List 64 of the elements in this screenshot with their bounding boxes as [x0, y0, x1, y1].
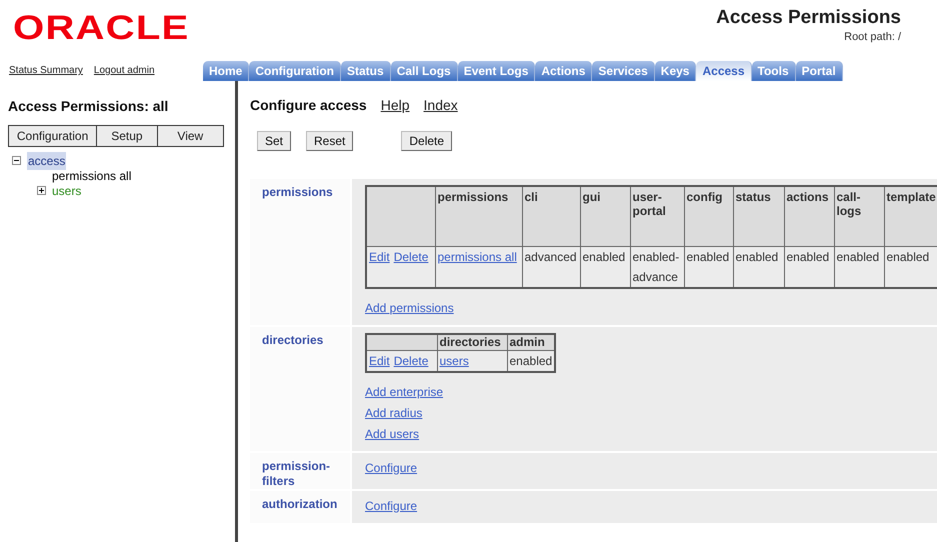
- table-cell: enabled: [580, 246, 630, 288]
- table-cell: enabled-advance: [630, 246, 684, 288]
- column-header: user-portal: [630, 186, 684, 246]
- add-link[interactable]: Configure: [365, 498, 418, 512]
- section-label: directories: [250, 327, 350, 450]
- column-header: permissions: [435, 186, 522, 246]
- action-link[interactable]: Delete: [394, 354, 428, 368]
- column-header: directories: [437, 334, 507, 350]
- table-cell: enabled: [684, 246, 733, 288]
- column-header: config: [684, 186, 733, 246]
- tree-item[interactable]: access: [27, 152, 66, 170]
- expand-icon[interactable]: [37, 186, 46, 195]
- root-path: Root path: /: [844, 30, 901, 44]
- action-button[interactable]: Reset: [306, 131, 354, 151]
- logo: ORACLE: [12, 8, 190, 49]
- view-button[interactable]: Configuration: [9, 126, 96, 146]
- tree-item[interactable]: users: [52, 182, 82, 200]
- action-link[interactable]: Delete: [394, 250, 428, 264]
- action-link[interactable]: Edit: [369, 354, 390, 368]
- link[interactable]: permissions all: [438, 250, 517, 264]
- section-label: permission-filters: [250, 452, 350, 488]
- header-link[interactable]: Status Summary: [9, 63, 83, 78]
- nav-tab[interactable]: Configuration: [249, 61, 341, 81]
- section-label: authorization: [250, 490, 350, 522]
- add-link[interactable]: Add permissions: [365, 301, 454, 315]
- nav-tab[interactable]: Event Logs: [458, 61, 536, 81]
- nav-tab[interactable]: Services: [592, 61, 655, 81]
- nav-tab[interactable]: Call Logs: [390, 61, 458, 81]
- table-cell: advanced: [522, 246, 580, 288]
- collapse-icon[interactable]: [12, 156, 21, 165]
- table-cell: enabled: [834, 246, 884, 288]
- table-cell: enabled: [784, 246, 834, 288]
- action-button[interactable]: Delete: [401, 131, 452, 151]
- nav-tab[interactable]: Status: [341, 61, 391, 81]
- nav-tab[interactable]: Keys: [654, 61, 696, 81]
- action-button[interactable]: Set: [257, 131, 292, 151]
- add-link[interactable]: Add radius: [365, 406, 422, 420]
- column-header: status: [733, 186, 784, 246]
- section-label: permissions: [250, 179, 350, 325]
- column-header: cli: [522, 186, 580, 246]
- nav-tab[interactable]: Tools: [752, 61, 796, 81]
- page-title: Access Permissions: [716, 6, 901, 30]
- action-link[interactable]: Edit: [369, 250, 390, 264]
- link[interactable]: users: [440, 354, 469, 368]
- add-link[interactable]: Add enterprise: [365, 384, 444, 398]
- nav-tab[interactable]: Access: [696, 61, 752, 81]
- add-link[interactable]: Add users: [365, 426, 420, 440]
- help-link[interactable]: Help: [380, 95, 410, 116]
- help-link[interactable]: Index: [424, 95, 458, 116]
- header-link[interactable]: Logout admin: [94, 63, 155, 78]
- column-header: admin: [507, 334, 556, 350]
- tree-item[interactable]: permissions all: [52, 166, 132, 184]
- nav-tab[interactable]: Actions: [535, 61, 592, 81]
- column-header: actions: [784, 186, 834, 246]
- add-link[interactable]: Configure: [365, 460, 418, 474]
- table-cell: enabled: [733, 246, 784, 288]
- nav-tab[interactable]: Portal: [796, 61, 843, 81]
- view-button[interactable]: Setup: [96, 126, 157, 146]
- view-button[interactable]: View: [156, 126, 223, 146]
- nav-tab[interactable]: Home: [203, 61, 250, 81]
- panel-title: Access Permissions: all: [8, 97, 170, 115]
- column-header: gui: [580, 186, 630, 246]
- column-header: call-logs: [834, 186, 884, 246]
- section-title: Configure access: [250, 96, 367, 115]
